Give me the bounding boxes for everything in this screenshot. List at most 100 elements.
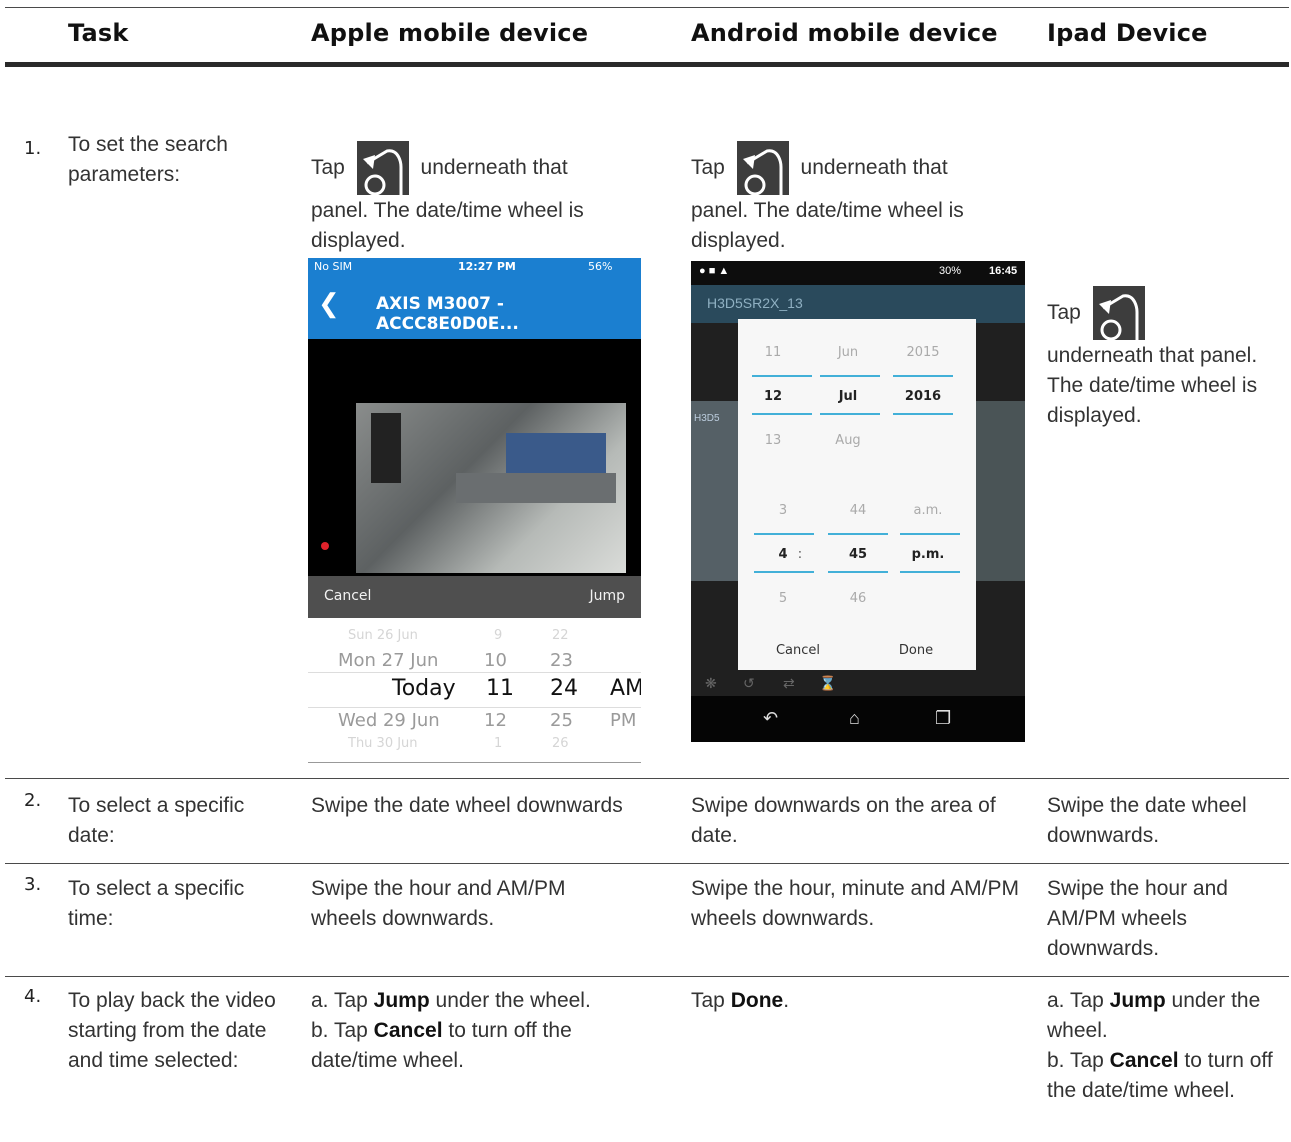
jump-button[interactable]: Jump — [589, 588, 625, 604]
header-apple: Apple mobile device — [311, 19, 589, 47]
ampm-prev: a.m. — [913, 503, 943, 518]
android-screenshot: ● ■ ▲ 30% 16:45 H3D5SR2X_13 H3D5 11 Jun … — [691, 261, 1025, 742]
row1-ipad-text: Tap underneath that panel. The date/time… — [1047, 285, 1287, 431]
picker-date-0: Sun 26 Jun — [348, 628, 418, 643]
row1-android-tap: Tap — [691, 156, 725, 179]
row2-android: Swipe downwards on the area of date. — [691, 794, 996, 847]
android-video-bg — [691, 401, 738, 581]
hourglass-icon[interactable]: ⌛ — [819, 675, 836, 692]
minute-next: 46 — [849, 591, 867, 606]
settings-icon[interactable]: ❋ — [705, 675, 717, 692]
android-app-bar: H3D5SR2X_13 — [691, 285, 1025, 323]
apple-status-bar: No SIM 12:27 PM 56% — [308, 258, 641, 276]
month-selected[interactable]: Jul — [818, 389, 878, 404]
side-camera-label: H3D5 — [694, 413, 720, 424]
done-label: Done — [730, 989, 784, 1012]
row1-apple-rest: panel. The date/time wheel is displayed. — [311, 199, 584, 252]
status-time: 12:27 PM — [458, 260, 516, 273]
row1-task: To set the search parameters: — [68, 133, 228, 186]
picker-hour-3: 12 — [484, 710, 507, 731]
ampm-selected[interactable]: p.m. — [898, 547, 958, 562]
reset-icon — [736, 141, 789, 196]
picker-pm: PM — [610, 710, 637, 731]
row3-ipad: Swipe the hour and AM/PM wheels downward… — [1047, 877, 1228, 960]
row1-apple-text: Tap underneath that panel. The date/time… — [311, 140, 651, 256]
minute-selected[interactable]: 45 — [828, 547, 888, 562]
row2-ipad: Swipe the date wheel downwards. — [1047, 794, 1247, 847]
row3-apple: Swipe the hour and AM/PM wheels downward… — [311, 877, 566, 930]
picker-am: AM — [610, 676, 641, 701]
month-next: Aug — [835, 433, 861, 448]
day-selected[interactable]: 12 — [743, 389, 803, 404]
dialog-cancel-button[interactable]: Cancel — [768, 643, 828, 658]
home-icon[interactable]: ⌂ — [849, 708, 860, 729]
picker-min-0: 22 — [552, 628, 569, 643]
picker-date-selected: Today — [392, 676, 456, 701]
camera-name: H3D5SR2X_13 — [707, 295, 803, 311]
picker-hour-4: 1 — [494, 736, 503, 751]
reset-icon — [356, 141, 409, 196]
picker-min-selected: 24 — [550, 676, 578, 701]
android-toolbar: ❋ ↺ ⇄ ⌛ — [691, 675, 1025, 697]
jump-label: Jump — [373, 989, 430, 1012]
time-colon: : — [797, 547, 803, 562]
cancel-label: Cancel — [373, 1019, 443, 1042]
row4-task: To play back the video starting from the… — [68, 989, 276, 1072]
back-icon[interactable]: ↶ — [763, 708, 778, 729]
reset-icon[interactable]: ↺ — [743, 675, 755, 692]
row4-rule — [5, 976, 1289, 977]
month-prev: Jun — [837, 345, 859, 360]
battery-label: 56% — [588, 260, 613, 273]
apple-date-picker[interactable]: Sun 26 Jun 9 22 Mon 27 Jun 10 23 Today 1… — [308, 618, 641, 763]
picker-date-1: Mon 27 Jun — [338, 650, 439, 671]
back-icon[interactable]: ❮ — [318, 288, 340, 319]
jump-label: Jump — [1109, 989, 1166, 1012]
cancel-label: Cancel — [1109, 1049, 1179, 1072]
android-nav-bar: ↶ ⌂ ❐ — [691, 696, 1025, 742]
picker-date-3: Wed 29 Jun — [338, 710, 440, 731]
row1-number: 1. — [24, 138, 42, 159]
year-selected[interactable]: 2016 — [893, 389, 953, 404]
row2-apple: Swipe the date wheel downwards — [311, 794, 623, 817]
picker-min-1: 23 — [550, 650, 573, 671]
row1-apple-tap: Tap — [311, 156, 345, 179]
year-prev: 2015 — [906, 345, 940, 360]
picker-hour-0: 9 — [494, 628, 503, 643]
dialog-done-button[interactable]: Done — [886, 643, 946, 658]
header-rule — [5, 62, 1289, 67]
row4-apple: a. Tap Jump under the wheel. b. Tap Canc… — [311, 989, 591, 1072]
row1-apple-post: underneath that — [420, 156, 568, 179]
header-android: Android mobile device — [691, 19, 998, 47]
top-rule — [5, 7, 1289, 8]
carrier-label: No SIM — [314, 260, 353, 273]
row1-ipad-rest: underneath that panel. The date/time whe… — [1047, 344, 1258, 427]
video-frame — [356, 403, 626, 573]
camera-title: AXIS M3007 - ACCC8E0D0E... — [376, 294, 519, 334]
row1-android-post: underneath that — [800, 156, 948, 179]
apple-picker-toolbar: Cancel Jump — [308, 576, 641, 618]
row4-ipad: a. Tap Jump under the wheel. b. Tap Canc… — [1047, 989, 1273, 1102]
row4-number: 4. — [24, 986, 42, 1007]
minute-prev: 44 — [849, 503, 867, 518]
row2-rule — [5, 778, 1289, 779]
row1-ipad-tap: Tap — [1047, 301, 1081, 324]
day-next: 13 — [764, 433, 782, 448]
hour-prev: 3 — [778, 503, 788, 518]
android-video-bg-right — [976, 401, 1025, 581]
row2-number: 2. — [24, 790, 42, 811]
picker-hour-1: 10 — [484, 650, 507, 671]
recording-dot — [321, 542, 329, 550]
swap-icon[interactable]: ⇄ — [783, 675, 795, 692]
picker-date-4: Thu 30 Jun — [348, 736, 418, 751]
cancel-button[interactable]: Cancel — [324, 588, 371, 604]
row4-android: Tap Done. — [691, 989, 790, 1012]
status-clock: 16:45 — [989, 265, 1018, 277]
recents-icon[interactable]: ❐ — [935, 708, 951, 729]
header-ipad: Ipad Device — [1047, 19, 1208, 47]
row3-number: 3. — [24, 874, 42, 895]
android-status-bar: ● ■ ▲ 30% 16:45 — [691, 261, 1025, 285]
header-task: Task — [68, 19, 129, 47]
hour-next: 5 — [778, 591, 788, 606]
apple-screenshot: No SIM 12:27 PM 56% ❮ AXIS M3007 - ACCC8… — [308, 258, 641, 763]
row3-task: To select a specific time: — [68, 877, 245, 930]
